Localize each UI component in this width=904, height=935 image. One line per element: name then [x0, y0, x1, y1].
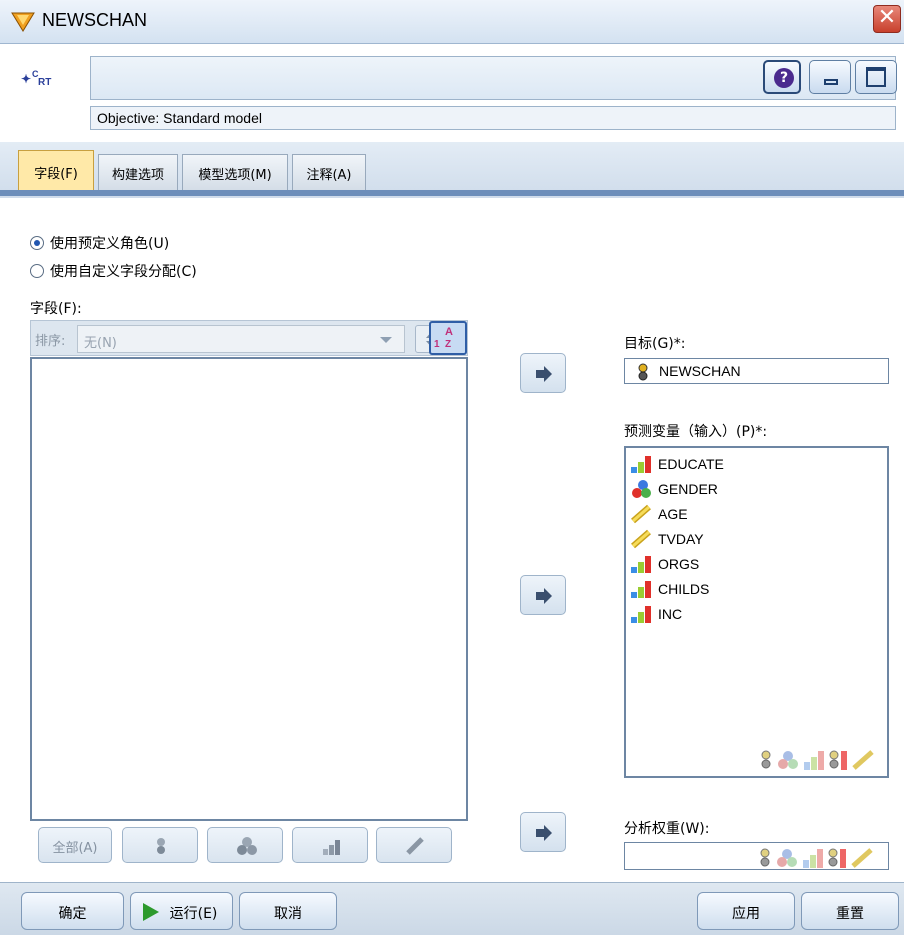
- tab-model-options[interactable]: 模型选项(M): [182, 154, 288, 190]
- continuous-type-icon: [406, 837, 424, 855]
- objective-label: Objective: Standard model: [90, 106, 896, 130]
- predictors-label: 预测变量（输入）(P)*:: [624, 424, 768, 440]
- chevron-down-icon: [380, 337, 392, 343]
- sort-alphabetical-button[interactable]: A Z 1: [429, 321, 467, 355]
- type-filter-icons: [761, 750, 874, 770]
- analysis-weight-field[interactable]: [624, 842, 889, 870]
- type-filter-icons: [760, 848, 873, 868]
- filter-flag-button[interactable]: [122, 827, 198, 863]
- tab-build-options[interactable]: 构建选项: [98, 154, 178, 190]
- target-field-value: NEWSCHAN: [659, 363, 741, 379]
- move-to-predictors-button[interactable]: [520, 575, 566, 615]
- ok-button[interactable]: 确定: [21, 892, 124, 930]
- sort-toolbar: 排序: 无(N) A Z 1: [30, 320, 468, 356]
- continuous-icon: [631, 529, 651, 549]
- predictor-name: CHILDS: [658, 581, 710, 597]
- sort-label: 排序:: [35, 334, 66, 349]
- cart-node-icon: ✦ C RT: [21, 69, 51, 88]
- svg-text:1: 1: [434, 339, 440, 350]
- maximize-icon: [866, 67, 886, 87]
- ordinal-icon: [631, 556, 651, 573]
- help-button[interactable]: ?: [763, 60, 801, 94]
- tab-fields[interactable]: 字段(F): [18, 150, 94, 190]
- sort-dropdown-value: 无(N): [84, 336, 117, 351]
- move-to-weight-button[interactable]: [520, 812, 566, 852]
- svg-text:Z: Z: [445, 339, 451, 350]
- analysis-weight-label: 分析权重(W):: [624, 821, 710, 837]
- continuous-icon: [631, 504, 651, 524]
- sort-dropdown[interactable]: 无(N): [77, 325, 405, 353]
- tab-divider: [0, 190, 904, 196]
- filter-continuous-button[interactable]: [376, 827, 452, 863]
- arrow-right-icon: [536, 366, 552, 382]
- flag-type-icon: [157, 838, 165, 854]
- close-button[interactable]: ✕: [873, 5, 901, 33]
- predictors-list[interactable]: EDUCATE GENDER AGE TVDAY ORGS CHILDS INC: [624, 446, 889, 778]
- radio-predefined-label: 使用预定义角色(U): [50, 236, 170, 252]
- fields-label: 字段(F):: [30, 301, 82, 317]
- window-title: NEWSCHAN: [42, 10, 148, 30]
- predictor-name: EDUCATE: [658, 456, 724, 472]
- ordinal-icon: [631, 606, 651, 623]
- predictor-name: ORGS: [658, 556, 700, 572]
- nominal-type-icon: [237, 837, 257, 855]
- available-fields-list[interactable]: [30, 357, 468, 821]
- svg-text:RT: RT: [38, 77, 51, 88]
- radio-button-checked[interactable]: [30, 236, 44, 250]
- filter-ordinal-button[interactable]: [292, 827, 368, 863]
- radio-predefined-roles[interactable]: 使用预定义角色(U): [30, 233, 169, 255]
- filter-nominal-button[interactable]: [207, 827, 283, 863]
- tab-annotations[interactable]: 注释(A): [292, 154, 366, 190]
- predictor-name: INC: [658, 606, 683, 622]
- target-label: 目标(G)*:: [624, 336, 686, 352]
- help-icon: ?: [774, 68, 794, 88]
- nominal-icon: [632, 480, 651, 498]
- play-icon: [143, 903, 159, 921]
- svg-text:✦: ✦: [21, 72, 31, 86]
- radio-button-unchecked[interactable]: [30, 264, 44, 278]
- ordinal-icon: [631, 581, 651, 598]
- arrow-right-icon: [536, 825, 552, 841]
- minimize-icon: [824, 79, 838, 85]
- arrow-right-icon: [536, 588, 552, 604]
- radio-custom-assignments[interactable]: 使用自定义字段分配(C): [30, 261, 197, 283]
- maximize-button[interactable]: [855, 60, 897, 94]
- svg-text:A: A: [445, 326, 453, 338]
- predictor-name: TVDAY: [658, 531, 704, 547]
- ordinal-type-icon: [323, 840, 340, 855]
- minimize-button[interactable]: [809, 60, 851, 94]
- flag-icon: [638, 363, 648, 381]
- predictor-name: AGE: [658, 506, 688, 522]
- app-logo-icon: [11, 12, 35, 32]
- predictor-name: GENDER: [658, 481, 718, 497]
- target-field[interactable]: NEWSCHAN: [624, 358, 889, 384]
- run-button[interactable]: 运行(E): [130, 892, 233, 930]
- apply-button[interactable]: 应用: [697, 892, 795, 930]
- sort-alpha-icon: A Z 1: [434, 326, 453, 350]
- reset-button[interactable]: 重置: [801, 892, 899, 930]
- cancel-button[interactable]: 取消: [239, 892, 337, 930]
- ordinal-icon: [631, 456, 651, 473]
- filter-all-button[interactable]: 全部(A): [38, 827, 112, 863]
- run-button-label: 运行(E): [169, 906, 218, 922]
- radio-custom-label: 使用自定义字段分配(C): [50, 264, 197, 280]
- move-to-target-button[interactable]: [520, 353, 566, 393]
